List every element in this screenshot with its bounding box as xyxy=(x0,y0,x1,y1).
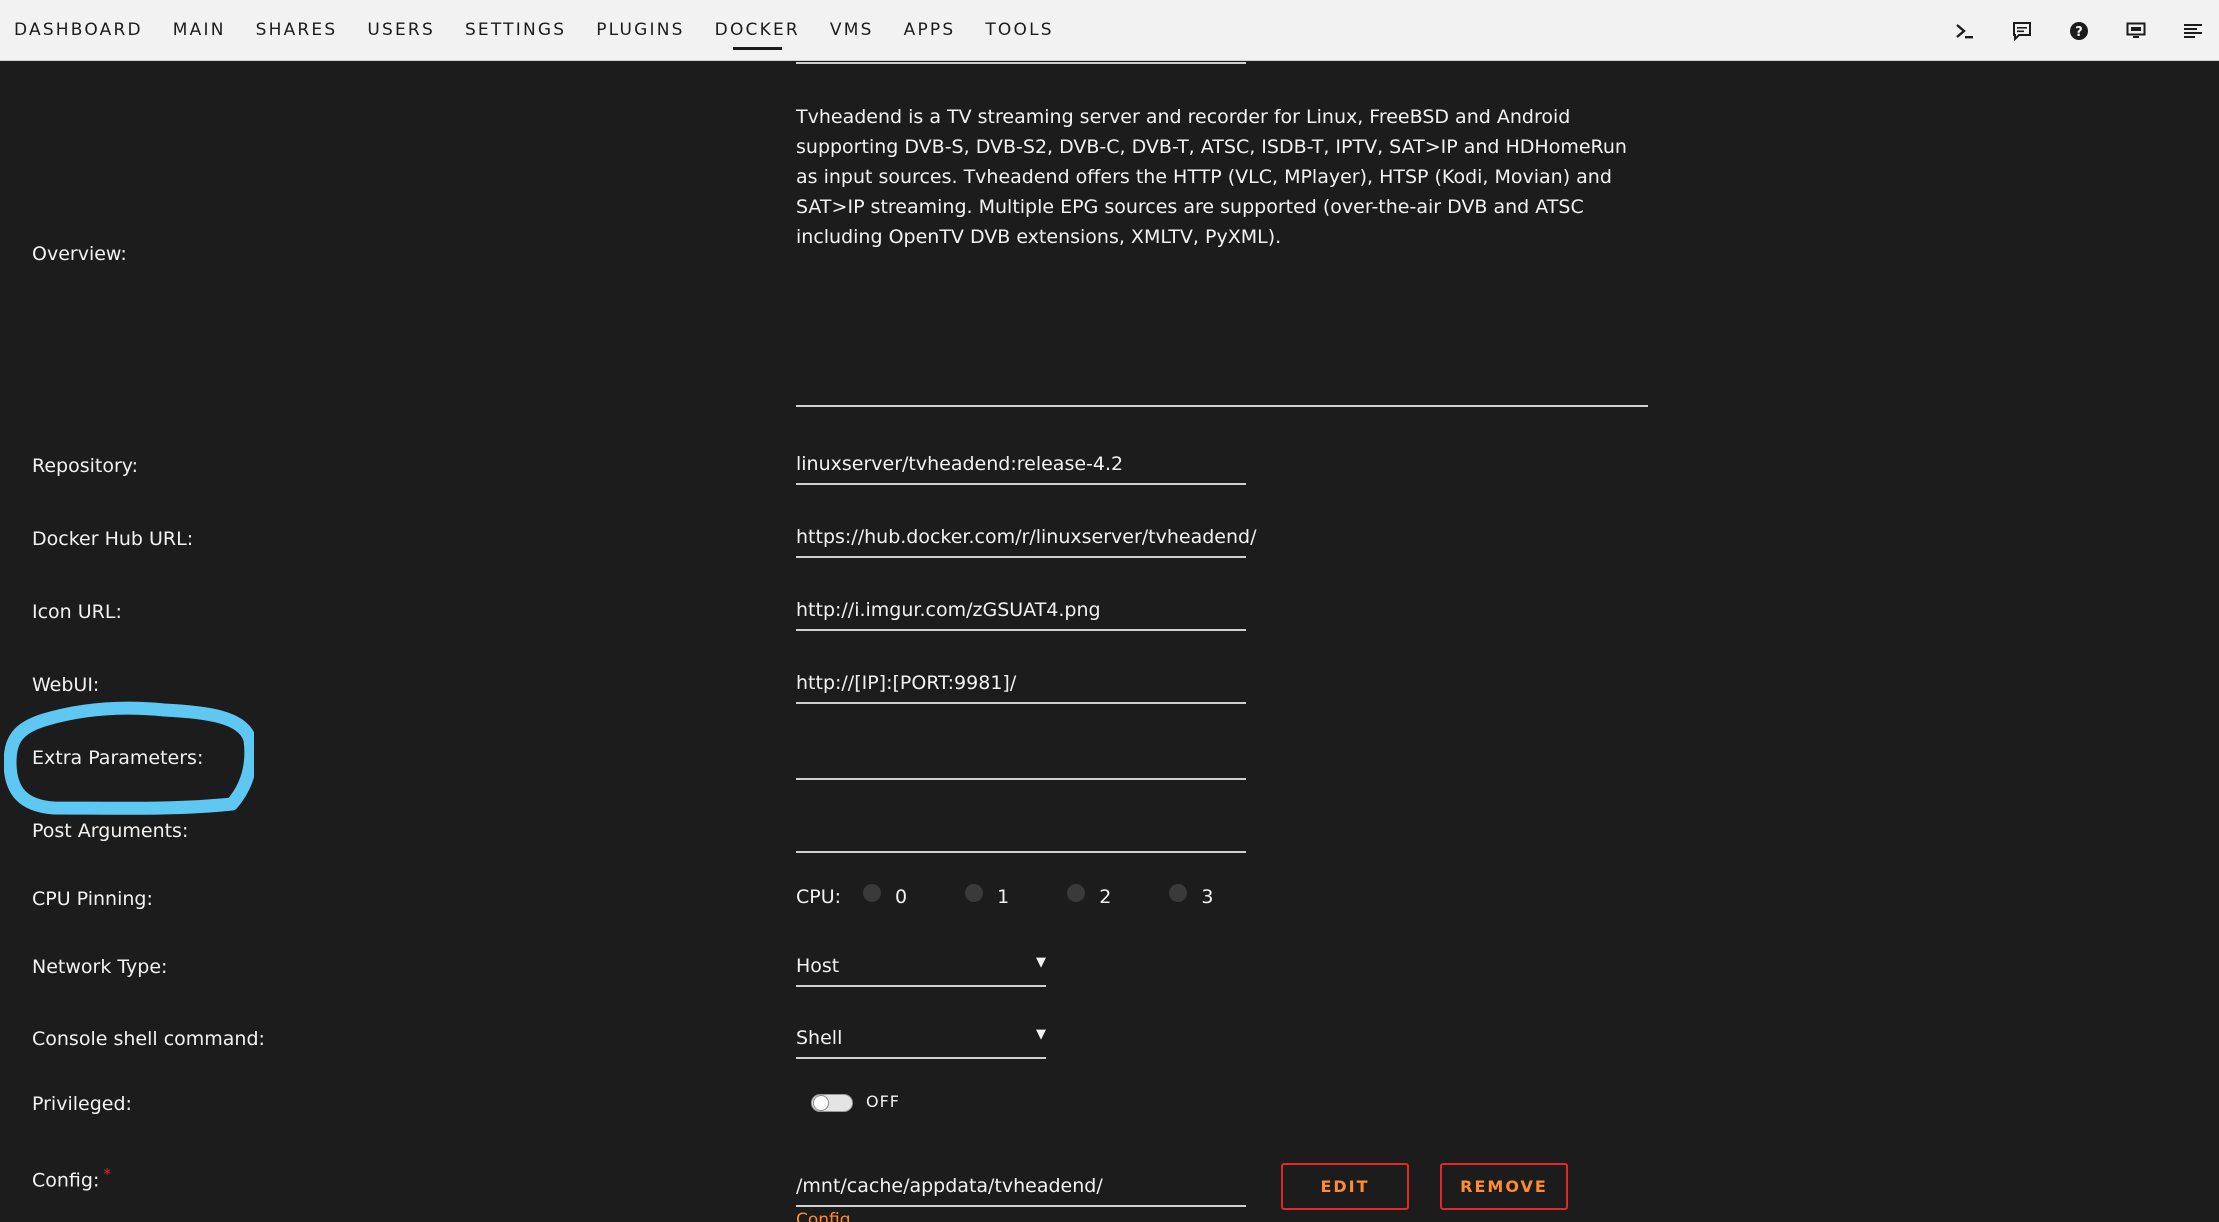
nav-shares[interactable]: SHARES xyxy=(256,0,338,61)
cpu-3-checkbox[interactable] xyxy=(1169,884,1188,902)
nav-vms[interactable]: VMS xyxy=(830,0,874,61)
extra-parameters-label: Extra Parameters: xyxy=(32,747,204,769)
webui-label: WebUI: xyxy=(32,674,100,696)
nav-docker[interactable]: DOCKER xyxy=(715,0,800,61)
cpu-core-0[interactable]: 0 xyxy=(863,884,943,908)
dockerhub-url-input[interactable]: https://hub.docker.com/r/linuxserver/tvh… xyxy=(796,526,1257,558)
nav-users[interactable]: USERS xyxy=(367,0,435,61)
cpu-pinning-label: CPU Pinning: xyxy=(32,888,153,910)
nav-plugins[interactable]: PLUGINS xyxy=(596,0,684,61)
cpu-pinning-group: CPU: 0 1 2 3 xyxy=(796,884,1249,908)
config-path-input[interactable]: /mnt/cache/appdata/tvheadend/ xyxy=(796,1175,1246,1207)
cpu-core-2[interactable]: 2 xyxy=(1067,884,1147,908)
console-shell-select[interactable]: Shell ▼ xyxy=(796,1027,1046,1059)
network-type-select[interactable]: Host ▼ xyxy=(796,955,1046,987)
toggle-knob xyxy=(813,1095,829,1111)
privileged-toggle[interactable] xyxy=(811,1094,853,1112)
post-arguments-input[interactable] xyxy=(796,818,1246,853)
nav-settings[interactable]: SETTINGS xyxy=(465,0,566,61)
cpu-0-checkbox[interactable] xyxy=(863,884,882,902)
nav-dashboard[interactable]: DASHBOARD xyxy=(14,0,143,61)
privileged-state: OFF xyxy=(866,1092,900,1111)
log-icon[interactable] xyxy=(2181,19,2205,43)
cpu-1-label: 1 xyxy=(997,886,1010,908)
post-arguments-label: Post Arguments: xyxy=(32,820,189,842)
svg-text:?: ? xyxy=(2075,25,2083,40)
overview-underline xyxy=(796,405,1648,407)
terminal-icon[interactable] xyxy=(1953,19,1977,43)
repository-label: Repository: xyxy=(32,455,139,477)
cpu-2-checkbox[interactable] xyxy=(1067,884,1086,902)
overview-textarea[interactable]: Tvheadend is a TV streaming server and r… xyxy=(796,102,1646,252)
dockerhub-url-label: Docker Hub URL: xyxy=(32,528,194,550)
main-nav: DASHBOARD MAIN SHARES USERS SETTINGS PLU… xyxy=(14,0,1084,61)
console-shell-label: Console shell command: xyxy=(32,1028,265,1050)
nav-main[interactable]: MAIN xyxy=(173,0,226,61)
cpu-3-label: 3 xyxy=(1201,886,1214,908)
required-mark: * xyxy=(103,1165,111,1183)
previous-field-underline xyxy=(796,62,1246,64)
nav-tools[interactable]: TOOLS xyxy=(985,0,1053,61)
cpu-prefix-label: CPU: xyxy=(796,886,842,908)
cpu-0-label: 0 xyxy=(895,886,908,908)
monitor-icon[interactable] xyxy=(2124,19,2148,43)
cpu-core-1[interactable]: 1 xyxy=(965,884,1045,908)
extra-parameters-input[interactable] xyxy=(796,745,1246,780)
privileged-label: Privileged: xyxy=(32,1093,132,1115)
nav-apps[interactable]: APPS xyxy=(904,0,956,61)
config-sub-label: Config xyxy=(796,1210,851,1222)
feedback-icon[interactable] xyxy=(2010,19,2034,43)
top-nav-bar: DASHBOARD MAIN SHARES USERS SETTINGS PLU… xyxy=(0,0,2219,61)
chevron-down-icon: ▼ xyxy=(1036,955,1046,970)
remove-button[interactable]: REMOVE xyxy=(1440,1163,1568,1210)
chevron-down-icon: ▼ xyxy=(1036,1027,1046,1042)
help-icon[interactable]: ? xyxy=(2067,19,2091,43)
icon-url-label: Icon URL: xyxy=(32,601,122,623)
cpu-2-label: 2 xyxy=(1099,886,1112,908)
overview-label: Overview: xyxy=(32,243,127,265)
header-tools: ? xyxy=(1920,0,2205,61)
console-shell-value: Shell xyxy=(796,1027,843,1049)
network-type-value: Host xyxy=(796,955,840,977)
config-label-text: Config: xyxy=(32,1169,100,1192)
cpu-1-checkbox[interactable] xyxy=(965,884,984,902)
network-type-label: Network Type: xyxy=(32,956,168,978)
webui-input[interactable]: http://[IP]:[PORT:9981]/ xyxy=(796,672,1246,704)
edit-button[interactable]: EDIT xyxy=(1281,1163,1409,1210)
config-label: Config: * xyxy=(32,1165,111,1191)
repository-input[interactable]: linuxserver/tvheadend:release-4.2 xyxy=(796,453,1246,485)
cpu-core-3[interactable]: 3 xyxy=(1169,884,1249,908)
icon-url-input[interactable]: http://i.imgur.com/zGSUAT4.png xyxy=(796,599,1246,631)
